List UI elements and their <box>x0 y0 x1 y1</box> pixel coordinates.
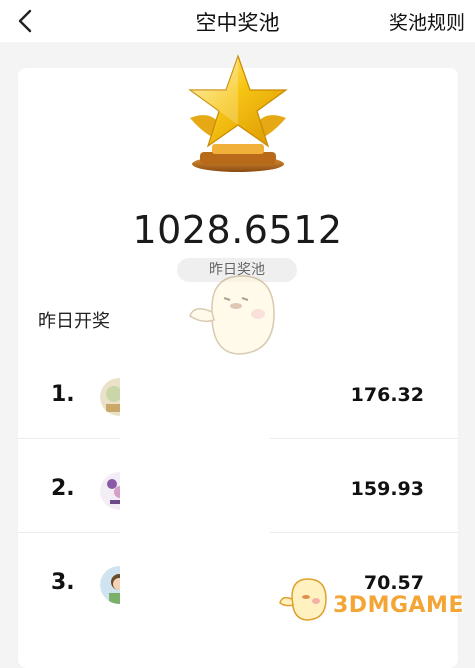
pool-amount: 1028.6512 <box>132 208 343 252</box>
prize-value: 70.57 <box>363 572 424 594</box>
rank-number: 1. <box>51 382 75 407</box>
prize-value: 176.32 <box>350 384 424 406</box>
username-redaction-mask <box>120 345 270 632</box>
top-nav-bar: 空中奖池 奖池规则 <box>0 0 475 42</box>
watermark-mascot-icon <box>189 275 275 355</box>
rank-number: 2. <box>51 476 75 501</box>
watermark-logo-mascot-icon <box>279 578 327 621</box>
section-title: 昨日开奖 <box>38 311 110 332</box>
pool-rules-link[interactable]: 奖池规则 <box>389 8 465 35</box>
gold-star-trophy-icon <box>188 54 288 172</box>
prize-value: 159.93 <box>350 478 424 500</box>
rank-number: 3. <box>51 570 75 595</box>
watermark-text: 3DMGAME <box>333 593 464 618</box>
